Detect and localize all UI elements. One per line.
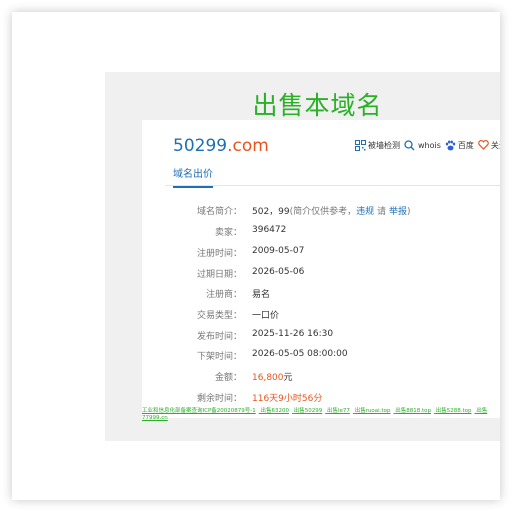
intro-close: ) <box>406 207 411 217</box>
intro-note: (简介仅供参考， <box>289 207 357 217</box>
footer-link[interactable]: 出售50299 <box>294 408 323 414</box>
info-label: 域名简介： <box>196 207 242 217</box>
info-label: 剩余时间： <box>196 394 242 404</box>
info-row-registered: 注册时间： 2009-05-07 <box>142 246 500 260</box>
violation-link[interactable]: 违规 <box>356 207 374 217</box>
info-row-remaining: 剩余时间： 116天9小时56分 <box>142 391 500 405</box>
footer-links: 工业和信息化部备案查询ICP备20020879号-1 出售63200 出售502… <box>142 408 500 422</box>
tool-whois[interactable]: whois <box>404 139 441 151</box>
info-value: 2026-05-05 08:00:00 <box>252 349 348 359</box>
footer-link[interactable]: 出售5288.top <box>436 408 472 414</box>
tool-label: 被墙检测 <box>368 140 400 150</box>
info-label: 注册商： <box>205 290 242 300</box>
info-label: 卖家： <box>214 228 242 238</box>
heart-icon <box>478 140 489 150</box>
price-value: 16,800 <box>252 373 284 383</box>
tool-label: 关注( <box>490 140 500 150</box>
info-row-intro: 域名简介： 502，99(简介仅供参考，违规 请 举报) <box>142 204 500 218</box>
footer-link[interactable]: 出售8818.top <box>395 408 431 414</box>
info-row-seller: 卖家： 396472 <box>142 225 500 239</box>
footer-link[interactable]: 出售le77 <box>327 408 350 414</box>
baidu-paw-icon <box>445 140 456 150</box>
tool-baidu[interactable]: 百度 <box>445 140 474 151</box>
qrcode-icon <box>355 139 366 151</box>
tab-divider <box>165 185 500 186</box>
info-value: 16,800元 <box>252 370 293 383</box>
info-value: 2026-05-06 <box>252 267 305 277</box>
info-row-amount: 金额： 16,800元 <box>142 370 500 384</box>
info-value: 502，99(简介仅供参考，违规 请 举报) <box>252 204 410 217</box>
domain-title: 50299.com <box>173 136 269 156</box>
info-value: 2009-05-07 <box>252 246 305 256</box>
info-row-expiry: 过期日期： 2026-05-06 <box>142 267 500 281</box>
info-label: 注册时间： <box>196 249 242 259</box>
info-row-offshelf: 下架时间： 2026-05-05 08:00:00 <box>142 349 500 363</box>
tool-follow[interactable]: 关注( <box>478 140 500 151</box>
page-heading: 出售本域名 <box>252 91 383 120</box>
info-row-registrar: 注册商： 易名 <box>142 287 500 301</box>
search-icon <box>404 139 415 150</box>
domain-card: 50299.com 被墙检测 whois 百度 关 域名出价 域名简介： 502… <box>142 120 500 418</box>
price-unit: 元 <box>283 373 293 383</box>
icp-link[interactable]: 工业和信息化部备案查询ICP备20020879号-1 <box>142 408 256 414</box>
info-row-trade-type: 交易类型： 一口价 <box>142 308 500 322</box>
domain-name: 50299 <box>173 136 228 156</box>
info-label: 下架时间： <box>196 352 242 362</box>
info-label: 过期日期： <box>196 270 242 280</box>
info-label: 发布时间： <box>196 332 242 342</box>
page-background: 出售本域名 50299.com 被墙检测 whois 百度 关 域名出价 域名简… <box>105 72 500 441</box>
report-link[interactable]: 举报 <box>389 207 407 217</box>
domain-tld: .com <box>227 136 269 156</box>
info-value: 2025-11-26 16:30 <box>252 329 334 339</box>
info-label: 交易类型： <box>196 311 242 321</box>
screenshot-frame: 出售本域名 50299.com 被墙检测 whois 百度 关 域名出价 域名简… <box>12 12 500 500</box>
intro-please: 请 <box>377 207 387 217</box>
footer-link[interactable]: 出售ruoai.top <box>355 408 391 414</box>
info-value: 一口价 <box>252 311 280 321</box>
tool-label: whois <box>418 140 441 150</box>
domain-tools: 被墙检测 whois 百度 关 <box>355 138 500 152</box>
intro-text: 502，99 <box>252 207 290 217</box>
info-row-published: 发布时间： 2025-11-26 16:30 <box>142 329 500 343</box>
info-value: 易名 <box>252 290 271 300</box>
footer-link[interactable]: 出售63200 <box>261 408 290 414</box>
tool-label: 百度 <box>457 140 474 150</box>
info-label: 金额： <box>214 373 242 383</box>
remaining-time: 116天9小时56分 <box>252 394 323 404</box>
info-value: 396472 <box>252 225 287 235</box>
tool-wall-check[interactable]: 被墙检测 <box>355 139 400 151</box>
